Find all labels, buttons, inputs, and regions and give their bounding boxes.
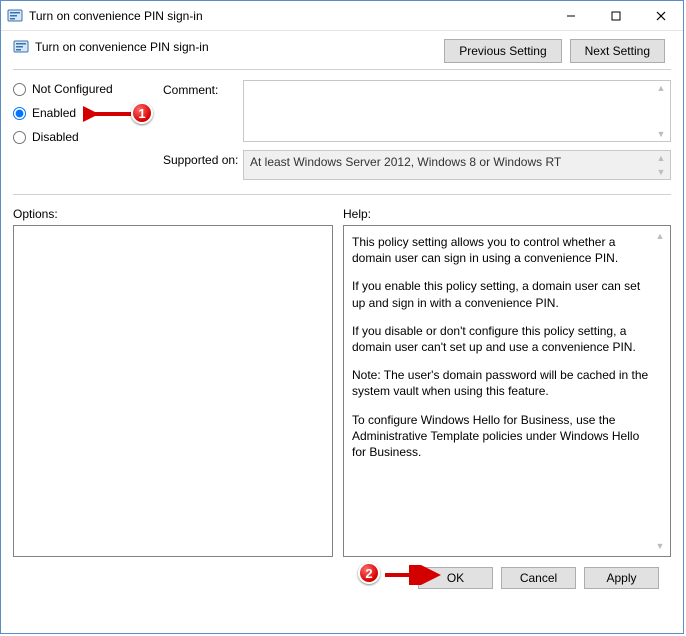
scroll-arrows: ▲ ▼ (653, 230, 667, 552)
dialog-content: Turn on convenience PIN sign-in Previous… (1, 31, 683, 597)
supported-value: At least Windows Server 2012, Windows 8 … (250, 155, 561, 169)
config-row: Not Configured Enabled Disabled 1 (13, 80, 671, 188)
chevron-down-icon[interactable]: ▼ (654, 167, 668, 177)
chevron-up-icon[interactable]: ▲ (654, 153, 668, 163)
help-paragraph: To configure Windows Hello for Business,… (352, 412, 650, 461)
options-label: Options: (13, 207, 343, 221)
radio-disabled[interactable]: Disabled (13, 130, 163, 144)
scroll-arrows: ▲ ▼ (654, 153, 668, 177)
chevron-down-icon[interactable]: ▼ (653, 540, 667, 552)
footer-buttons: 2 OK Cancel Apply (13, 557, 671, 589)
section-labels: Options: Help: (13, 207, 671, 221)
annotation-arrow-2 (383, 565, 443, 585)
window-controls (548, 1, 683, 30)
window-title: Turn on convenience PIN sign-in (29, 9, 548, 23)
chevron-down-icon[interactable]: ▼ (654, 129, 668, 139)
close-icon (656, 11, 666, 21)
help-label: Help: (343, 207, 371, 221)
state-radios: Not Configured Enabled Disabled 1 (13, 80, 163, 154)
supported-row: Supported on: At least Windows Server 20… (163, 150, 671, 180)
help-paragraph: Note: The user's domain password will be… (352, 367, 650, 399)
radio-disabled-input[interactable] (13, 131, 26, 144)
policy-icon (13, 39, 29, 55)
radio-enabled-input[interactable] (13, 107, 26, 120)
chevron-up-icon[interactable]: ▲ (653, 230, 667, 242)
radio-label: Disabled (32, 130, 79, 144)
policy-name: Turn on convenience PIN sign-in (35, 40, 209, 54)
policy-icon (7, 8, 23, 24)
comment-label: Comment: (163, 80, 243, 142)
annotation-badge-2: 2 (358, 562, 380, 584)
divider (13, 69, 671, 70)
minimize-icon (566, 11, 576, 21)
options-panel[interactable] (13, 225, 333, 557)
panels: This policy setting allows you to contro… (13, 225, 671, 557)
next-setting-button[interactable]: Next Setting (570, 39, 665, 63)
maximize-button[interactable] (593, 1, 638, 30)
comment-field[interactable]: ▲ ▼ (243, 80, 671, 142)
radio-label: Not Configured (32, 82, 113, 96)
supported-label: Supported on: (163, 150, 243, 180)
radio-label: Enabled (32, 106, 76, 120)
comment-row: Comment: ▲ ▼ (163, 80, 671, 142)
scroll-arrows: ▲ ▼ (654, 83, 668, 139)
cancel-button[interactable]: Cancel (501, 567, 576, 589)
supported-field: At least Windows Server 2012, Windows 8 … (243, 150, 671, 180)
annotation-arrow-1 (83, 104, 133, 124)
help-paragraph: If you enable this policy setting, a dom… (352, 278, 650, 310)
chevron-up-icon[interactable]: ▲ (654, 83, 668, 93)
previous-setting-button[interactable]: Previous Setting (444, 39, 561, 63)
titlebar[interactable]: Turn on convenience PIN sign-in (1, 1, 683, 31)
radio-not-configured[interactable]: Not Configured (13, 82, 163, 96)
field-column: Comment: ▲ ▼ Supported on: At least Wind… (163, 80, 671, 188)
header-row: Turn on convenience PIN sign-in Previous… (13, 39, 671, 63)
maximize-icon (611, 11, 621, 21)
close-button[interactable] (638, 1, 683, 30)
apply-button[interactable]: Apply (584, 567, 659, 589)
help-paragraph: If you disable or don't configure this p… (352, 323, 650, 355)
help-paragraph: This policy setting allows you to contro… (352, 234, 650, 266)
annotation-badge-1: 1 (131, 102, 153, 124)
help-panel[interactable]: This policy setting allows you to contro… (343, 225, 671, 557)
dialog-window: Turn on convenience PIN sign-in Turn on … (0, 0, 684, 634)
divider (13, 194, 671, 195)
radio-not-configured-input[interactable] (13, 83, 26, 96)
minimize-button[interactable] (548, 1, 593, 30)
